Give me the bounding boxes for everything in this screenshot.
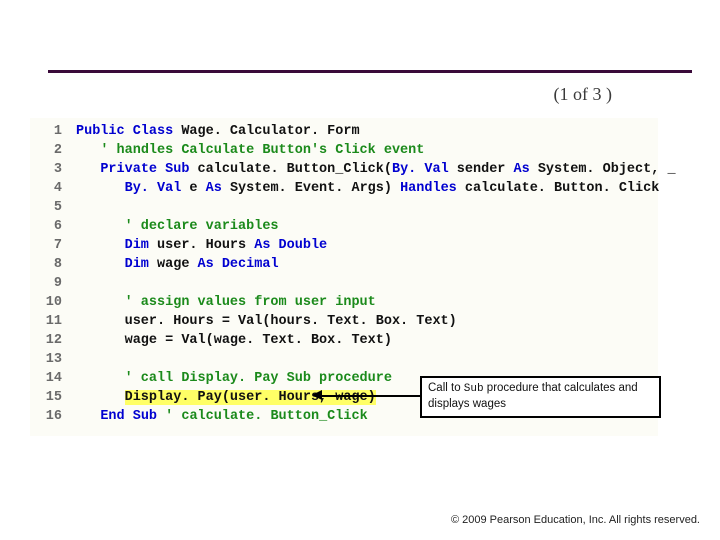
code-line: 4 By. Val e As System. Event. Args) Hand… <box>36 179 652 198</box>
code-line: 3 Private Sub calculate. Button_Click(By… <box>36 160 652 179</box>
line-number: 3 <box>36 160 62 179</box>
line-number: 6 <box>36 217 62 236</box>
line-number: 12 <box>36 331 62 350</box>
code-line: 6 ' declare variables <box>36 217 652 236</box>
line-number: 5 <box>36 198 62 217</box>
code-line: 11 user. Hours = Val(hours. Text. Box. T… <box>36 312 652 331</box>
code-content: ' call Display. Pay Sub procedure <box>76 369 392 388</box>
code-content: Private Sub calculate. Button_Click(By. … <box>76 160 676 179</box>
code-line: 12 wage = Val(wage. Text. Box. Text) <box>36 331 652 350</box>
code-line: 7 Dim user. Hours As Double <box>36 236 652 255</box>
callout-code: Sub <box>464 383 484 395</box>
code-line: 9 <box>36 274 652 293</box>
code-content: By. Val e As System. Event. Args) Handle… <box>76 179 659 198</box>
highlight: Display. Pay(user. Hours, wage) <box>125 390 376 405</box>
line-number: 14 <box>36 369 62 388</box>
code-line: 13 <box>36 350 652 369</box>
code-content: Display. Pay(user. Hours, wage) <box>76 388 376 407</box>
line-number: 9 <box>36 274 62 293</box>
callout-text-pre: Call to <box>428 382 464 394</box>
callout-box: Call to Sub procedure that calculates an… <box>420 376 661 418</box>
line-number: 7 <box>36 236 62 255</box>
code-content: Public Class Wage. Calculator. Form <box>76 122 360 141</box>
code-line: 2 ' handles Calculate Button's Click eve… <box>36 141 652 160</box>
divider-rule <box>48 70 692 73</box>
line-number: 15 <box>36 388 62 407</box>
copyright-footer: © 2009 Pearson Education, Inc. All right… <box>451 514 700 526</box>
line-number: 4 <box>36 179 62 198</box>
line-number: 8 <box>36 255 62 274</box>
code-line: 10 ' assign values from user input <box>36 293 652 312</box>
code-line: 5 <box>36 198 652 217</box>
slide: (1 of 3 ) 1 Public Class Wage. Calculator… <box>0 0 720 540</box>
page-indicator: (1 of 3 ) <box>554 84 612 105</box>
code-content: user. Hours = Val(hours. Text. Box. Text… <box>76 312 457 331</box>
code-line: 8 Dim wage As Decimal <box>36 255 652 274</box>
code-content: End Sub ' calculate. Button_Click <box>76 407 368 426</box>
callout-arrow-line <box>320 395 420 397</box>
code-content: wage = Val(wage. Text. Box. Text) <box>76 331 392 350</box>
code-content: Dim wage As Decimal <box>76 255 279 274</box>
line-number: 16 <box>36 407 62 426</box>
code-content: ' assign values from user input <box>76 293 376 312</box>
line-number: 11 <box>36 312 62 331</box>
line-number: 10 <box>36 293 62 312</box>
line-number: 13 <box>36 350 62 369</box>
line-number: 1 <box>36 122 62 141</box>
code-content: Dim user. Hours As Double <box>76 236 327 255</box>
line-number: 2 <box>36 141 62 160</box>
code-content: ' declare variables <box>76 217 279 236</box>
code-line: 1 Public Class Wage. Calculator. Form <box>36 122 652 141</box>
code-content: ' handles Calculate Button's Click event <box>76 141 424 160</box>
callout-arrow-head <box>312 390 322 400</box>
